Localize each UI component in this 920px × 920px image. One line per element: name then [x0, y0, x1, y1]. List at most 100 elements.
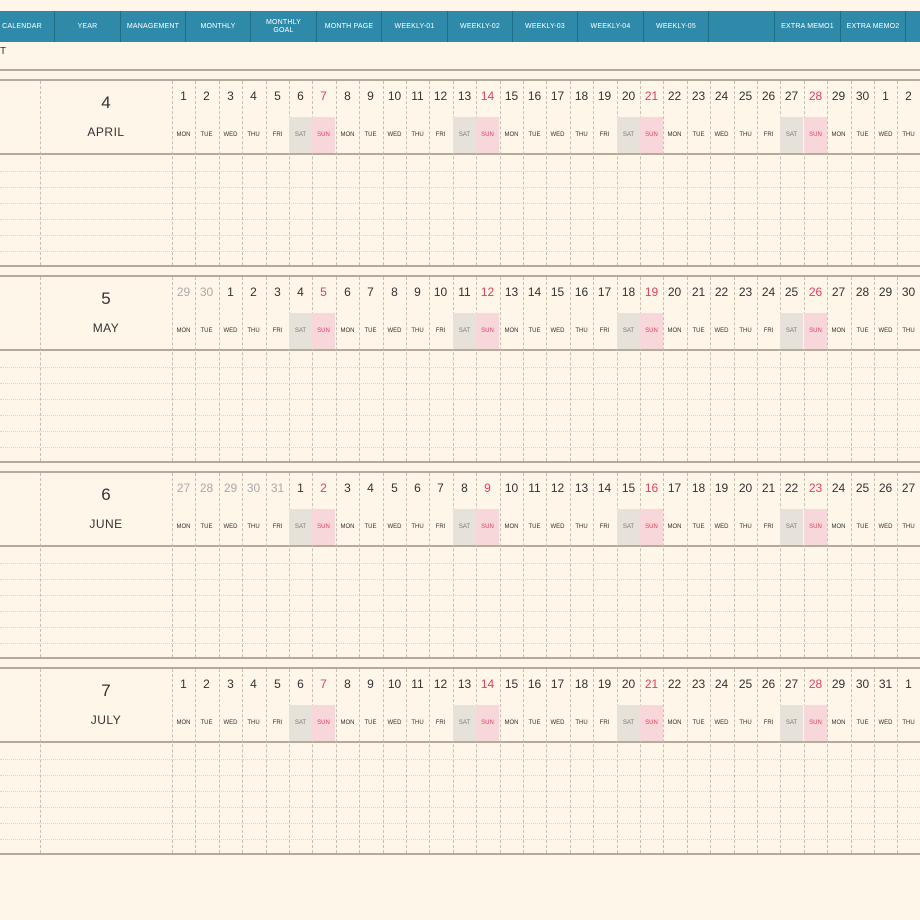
day-number[interactable]: 2	[195, 89, 218, 103]
day-number[interactable]: 5	[383, 481, 406, 495]
day-number[interactable]: 21	[757, 481, 780, 495]
day-number[interactable]: 16	[523, 89, 546, 103]
day-number[interactable]: 26	[757, 677, 780, 691]
day-number[interactable]: 13	[453, 89, 476, 103]
day-number[interactable]: 27	[172, 481, 195, 495]
day-number[interactable]: 15	[617, 481, 640, 495]
day-number[interactable]: 5	[266, 677, 289, 691]
nav-tab-month-page[interactable]: MONTH PAGE	[317, 11, 382, 42]
day-number[interactable]: 16	[523, 677, 546, 691]
day-number[interactable]: 23	[687, 89, 710, 103]
day-number[interactable]: 18	[617, 285, 640, 299]
day-number[interactable]: 20	[663, 285, 686, 299]
day-number[interactable]: 28	[195, 481, 218, 495]
day-number[interactable]: 14	[523, 285, 546, 299]
day-number[interactable]: 17	[546, 89, 569, 103]
day-number[interactable]: 28	[804, 677, 827, 691]
day-number[interactable]: 2	[195, 677, 218, 691]
day-number[interactable]: 8	[336, 89, 359, 103]
nav-tab-year[interactable]: YEAR	[55, 11, 121, 42]
day-number[interactable]: 16	[570, 285, 593, 299]
day-number[interactable]: 21	[640, 677, 663, 691]
day-number[interactable]: 4	[242, 677, 265, 691]
day-number[interactable]: 17	[546, 677, 569, 691]
day-number[interactable]: 3	[219, 89, 242, 103]
nav-tab-monthly-goal[interactable]: MONTHLY GOAL	[251, 11, 317, 42]
day-number[interactable]: 11	[406, 89, 429, 103]
day-number[interactable]: 14	[476, 677, 499, 691]
day-number[interactable]: 27	[780, 89, 803, 103]
nav-tab-extra-memo2[interactable]: EXTRA MEMO2	[841, 11, 906, 42]
day-number[interactable]: 20	[617, 677, 640, 691]
day-number[interactable]: 1	[897, 677, 920, 691]
day-number[interactable]: 9	[359, 677, 382, 691]
nav-tab-calendar[interactable]: CALENDAR	[0, 11, 55, 42]
nav-tab-weekly-04[interactable]: WEEKLY-04	[578, 11, 644, 42]
day-number[interactable]: 3	[336, 481, 359, 495]
day-number[interactable]: 11	[453, 285, 476, 299]
day-number[interactable]: 11	[406, 677, 429, 691]
nav-tab-weekly-03[interactable]: WEEKLY-03	[513, 11, 578, 42]
day-number[interactable]: 1	[219, 285, 242, 299]
day-number[interactable]: 10	[500, 481, 523, 495]
day-number[interactable]: 20	[617, 89, 640, 103]
day-number[interactable]: 22	[663, 89, 686, 103]
day-number[interactable]: 9	[476, 481, 499, 495]
day-number[interactable]: 24	[827, 481, 850, 495]
day-number[interactable]: 25	[734, 89, 757, 103]
day-number[interactable]: 28	[804, 89, 827, 103]
day-number[interactable]: 9	[406, 285, 429, 299]
day-number[interactable]: 1	[289, 481, 312, 495]
day-number[interactable]: 3	[219, 677, 242, 691]
day-number[interactable]: 22	[710, 285, 733, 299]
day-number[interactable]: 24	[710, 677, 733, 691]
day-number[interactable]: 18	[570, 677, 593, 691]
day-number[interactable]: 23	[687, 677, 710, 691]
day-number[interactable]: 21	[640, 89, 663, 103]
day-number[interactable]: 14	[476, 89, 499, 103]
day-number[interactable]: 1	[874, 89, 897, 103]
day-number[interactable]: 6	[336, 285, 359, 299]
day-number[interactable]: 25	[851, 481, 874, 495]
day-number[interactable]: 9	[359, 89, 382, 103]
day-number[interactable]: 10	[429, 285, 452, 299]
nav-tab-weekly-01[interactable]: WEEKLY-01	[382, 11, 448, 42]
day-number[interactable]: 31	[266, 481, 289, 495]
day-number[interactable]: 24	[710, 89, 733, 103]
day-number[interactable]: 17	[663, 481, 686, 495]
day-number[interactable]: 29	[874, 285, 897, 299]
day-number[interactable]: 24	[757, 285, 780, 299]
day-number[interactable]: 15	[500, 89, 523, 103]
day-number[interactable]: 8	[383, 285, 406, 299]
day-number[interactable]: 5	[266, 89, 289, 103]
day-number[interactable]: 6	[406, 481, 429, 495]
day-number[interactable]: 29	[827, 89, 850, 103]
day-number[interactable]: 10	[383, 89, 406, 103]
day-number[interactable]: 30	[897, 285, 920, 299]
day-number[interactable]: 13	[570, 481, 593, 495]
day-number[interactable]: 23	[734, 285, 757, 299]
day-number[interactable]: 6	[289, 89, 312, 103]
day-number[interactable]: 4	[242, 89, 265, 103]
day-number[interactable]: 4	[289, 285, 312, 299]
day-number[interactable]: 6	[289, 677, 312, 691]
day-number[interactable]: 12	[429, 677, 452, 691]
day-number[interactable]: 5	[312, 285, 335, 299]
day-number[interactable]: 26	[874, 481, 897, 495]
nav-tab-co[interactable]: CO	[906, 11, 920, 42]
day-number[interactable]: 23	[804, 481, 827, 495]
day-number[interactable]: 7	[429, 481, 452, 495]
day-number[interactable]: 11	[523, 481, 546, 495]
day-number[interactable]: 30	[851, 89, 874, 103]
day-number[interactable]: 10	[383, 677, 406, 691]
day-number[interactable]: 22	[780, 481, 803, 495]
day-number[interactable]: 1	[172, 677, 195, 691]
day-number[interactable]: 25	[734, 677, 757, 691]
day-number[interactable]: 27	[897, 481, 920, 495]
day-number[interactable]: 30	[242, 481, 265, 495]
day-number[interactable]: 27	[780, 677, 803, 691]
day-number[interactable]: 30	[851, 677, 874, 691]
day-number[interactable]: 1	[172, 89, 195, 103]
day-number[interactable]: 7	[359, 285, 382, 299]
nav-tab-monthly[interactable]: MONTHLY	[186, 11, 251, 42]
